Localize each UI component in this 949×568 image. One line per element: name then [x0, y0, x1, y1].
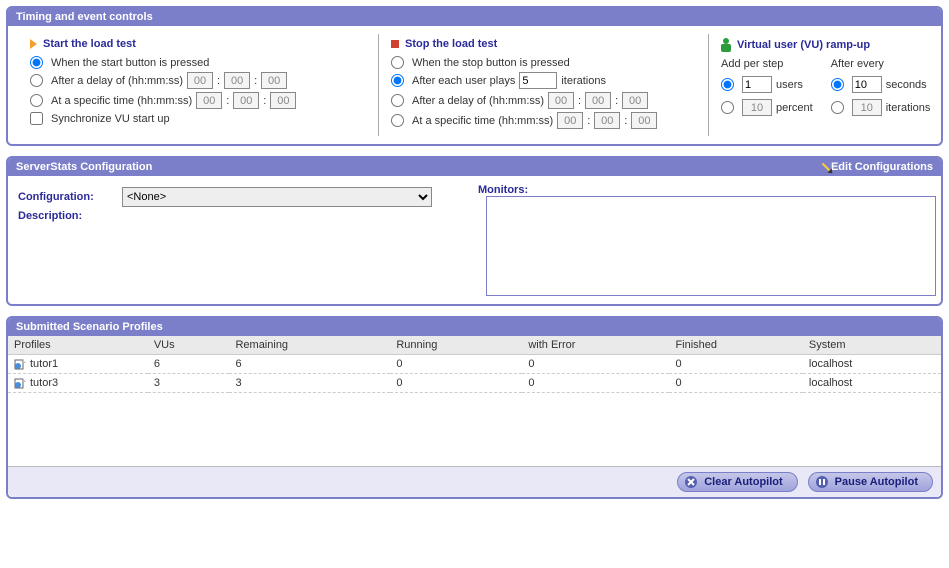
- stop-time-mm[interactable]: [594, 112, 620, 129]
- ramp-users-input[interactable]: [742, 76, 772, 93]
- profiles-title: Submitted Scenario Profiles: [8, 318, 941, 336]
- play-icon: [30, 39, 37, 49]
- stop-icon: [391, 40, 399, 48]
- stop-delay-hh[interactable]: [548, 92, 574, 109]
- column-header[interactable]: Running: [390, 336, 522, 355]
- start-time-hh[interactable]: [196, 92, 222, 109]
- pause-icon: [815, 475, 829, 489]
- start-delay-hh[interactable]: [187, 72, 213, 89]
- ramp-seconds-radio[interactable]: [831, 78, 844, 91]
- table-row[interactable]: tutor333000localhost: [8, 374, 941, 393]
- column-header[interactable]: System: [803, 336, 941, 355]
- serverstats-panel: ServerStats Configuration Edit Configura…: [6, 156, 943, 306]
- ramp-iter-input[interactable]: [852, 99, 882, 116]
- start-delay-ss[interactable]: [261, 72, 287, 89]
- start-radio-time[interactable]: [30, 94, 43, 107]
- ramp-percent-input[interactable]: [742, 99, 772, 116]
- profile-icon: [14, 358, 26, 370]
- clear-autopilot-button[interactable]: Clear Autopilot: [677, 472, 797, 492]
- column-header[interactable]: Remaining: [229, 336, 390, 355]
- start-radio-delay[interactable]: [30, 74, 43, 87]
- profiles-panel: Submitted Scenario Profiles ProfilesVUsR…: [6, 316, 943, 499]
- column-header[interactable]: Profiles: [8, 336, 148, 355]
- person-icon: [721, 38, 731, 52]
- start-radio-button-pressed[interactable]: [30, 56, 43, 69]
- ramp-percent-radio[interactable]: [721, 101, 734, 114]
- stop-delay-ss[interactable]: [622, 92, 648, 109]
- start-delay-mm[interactable]: [224, 72, 250, 89]
- pause-autopilot-button[interactable]: Pause Autopilot: [808, 472, 933, 492]
- stop-radio-delay[interactable]: [391, 94, 404, 107]
- clear-icon: [684, 475, 698, 489]
- configuration-select[interactable]: <None>: [122, 187, 432, 207]
- column-header[interactable]: Finished: [669, 336, 802, 355]
- table-row[interactable]: tutor166000localhost: [8, 355, 941, 374]
- profile-icon: [14, 377, 26, 389]
- sync-vu-checkbox[interactable]: [30, 112, 43, 125]
- stop-radio-button-pressed[interactable]: [391, 56, 404, 69]
- config-label: Configuration:: [18, 191, 118, 203]
- button-bar: Clear Autopilot Pause Autopilot: [8, 466, 941, 497]
- timing-panel: Timing and event controls Start the load…: [6, 6, 943, 146]
- column-header[interactable]: VUs: [148, 336, 230, 355]
- ramp-iter-radio[interactable]: [831, 101, 844, 114]
- column-header[interactable]: with Error: [522, 336, 669, 355]
- ramp-heading: Virtual user (VU) ramp-up: [721, 38, 930, 52]
- start-time-mm[interactable]: [233, 92, 259, 109]
- monitors-box[interactable]: [486, 196, 936, 296]
- profiles-table: ProfilesVUsRemainingRunningwith ErrorFin…: [8, 336, 941, 393]
- description-label: Description:: [18, 210, 82, 222]
- ramp-users-radio[interactable]: [721, 78, 734, 91]
- edit-configurations-link[interactable]: Edit Configurations: [825, 161, 933, 173]
- ramp-afterevery-label: After every: [831, 58, 931, 70]
- stop-delay-mm[interactable]: [585, 92, 611, 109]
- ramp-addper-label: Add per step: [721, 58, 813, 70]
- monitors-label: Monitors:: [478, 184, 528, 196]
- pencil-icon: [822, 163, 830, 171]
- stop-time-ss[interactable]: [631, 112, 657, 129]
- stop-time-hh[interactable]: [557, 112, 583, 129]
- start-time-ss[interactable]: [270, 92, 296, 109]
- stop-iterations-input[interactable]: [519, 72, 557, 89]
- start-heading: Start the load test: [30, 38, 366, 50]
- timing-panel-title: Timing and event controls: [8, 8, 941, 26]
- serverstats-title: ServerStats Configuration Edit Configura…: [8, 158, 941, 176]
- stop-radio-iterations[interactable]: [391, 74, 404, 87]
- stop-radio-time[interactable]: [391, 114, 404, 127]
- ramp-seconds-input[interactable]: [852, 76, 882, 93]
- stop-heading: Stop the load test: [391, 38, 696, 50]
